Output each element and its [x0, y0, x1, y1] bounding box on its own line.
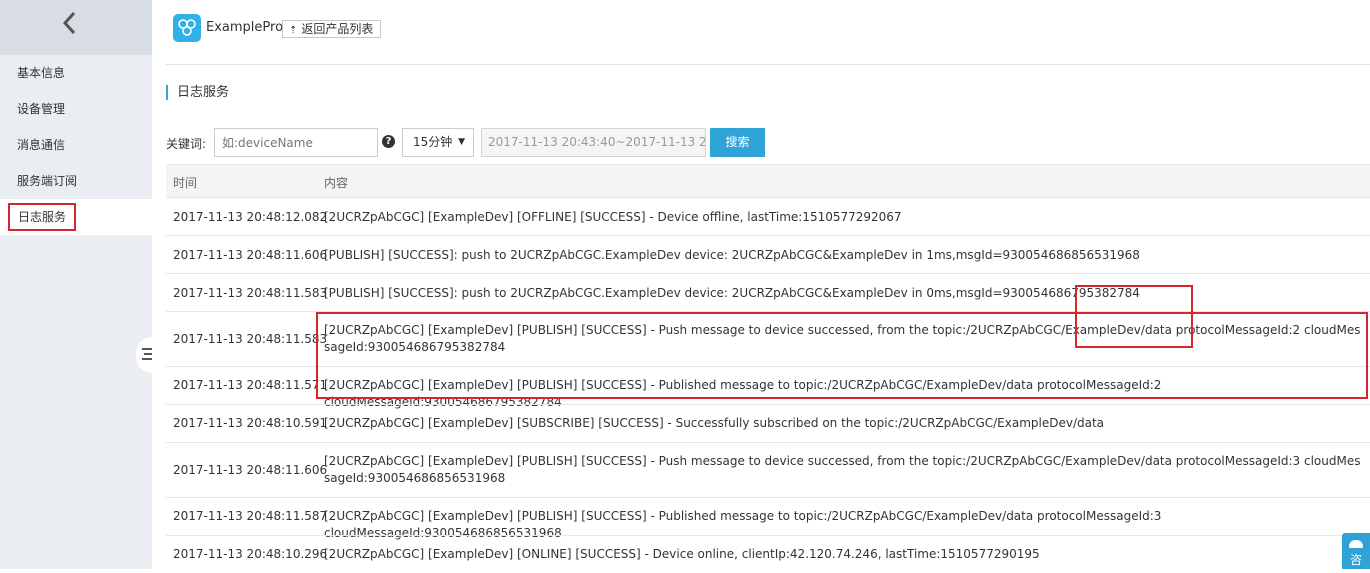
highlight-publish-rows [316, 312, 1368, 399]
sidebar-collapse-toggle[interactable] [136, 337, 152, 373]
keyword-input[interactable] [214, 128, 378, 157]
row-content: [2UCRZpAbCGC] [ExampleDev] [ONLINE] [SUC… [324, 547, 1040, 561]
sidebar-back[interactable] [0, 0, 152, 55]
sidebar-item-label: 服务端订阅 [17, 174, 78, 188]
sidebar-item-label: 设备管理 [17, 102, 66, 116]
highlight-protocol-message-id [1075, 285, 1193, 348]
sidebar-item-devices[interactable]: 设备管理 [0, 91, 152, 127]
chat-icon [1349, 540, 1363, 548]
sidebar-item-basic-info[interactable]: 基本信息 [0, 55, 152, 91]
sidebar-item-server-subscribe[interactable]: 服务端订阅 [0, 163, 152, 199]
chevron-left-icon[interactable] [60, 10, 80, 36]
row-content: [2UCRZpAbCGC] [ExampleDev] [OFFLINE] [SU… [324, 210, 902, 224]
column-header-time: 时间 [173, 176, 198, 190]
help-icon[interactable]: ? [382, 135, 395, 148]
row-time: 2017-11-13 20:48:10.591 [173, 416, 328, 430]
table-row: 2017-11-13 20:48:10.591 [2UCRZpAbCGC] [E… [166, 404, 1370, 442]
table-header: 时间 内容 [166, 164, 1370, 197]
table-row: 2017-11-13 20:48:11.606 [2UCRZpAbCGC] [E… [166, 442, 1370, 497]
row-time: 2017-11-13 20:48:11.587 [173, 509, 328, 523]
sidebar-item-label: 基本信息 [17, 66, 66, 80]
interval-select[interactable]: 15分钟 ▼ [402, 128, 474, 157]
sidebar-item-label: 消息通信 [17, 138, 66, 152]
column-header-content: 内容 [324, 176, 349, 190]
sidebar-item-label: 日志服务 [8, 203, 77, 231]
back-button-label: 返回产品列表 [301, 22, 374, 36]
row-time: 2017-11-13 20:48:11.571 [173, 378, 328, 392]
row-time: 2017-11-13 20:48:12.082 [173, 210, 328, 224]
table-row: 2017-11-13 20:48:11.587 [2UCRZpAbCGC] [E… [166, 497, 1370, 540]
table-row: 2017-11-13 20:48:12.082 [2UCRZpAbCGC] [E… [166, 197, 1370, 235]
product-name: ExampleProd [206, 20, 292, 35]
page-title: 日志服务 [166, 85, 229, 100]
row-content: [PUBLISH] [SUCCESS]: push to 2UCRZpAbCGC… [324, 248, 1140, 262]
arrow-up-icon: ⇡ [289, 25, 298, 36]
row-content: [2UCRZpAbCGC] [ExampleDev] [PUBLISH] [SU… [324, 454, 1361, 485]
table-row: 2017-11-13 20:48:11.606 [PUBLISH] [SUCCE… [166, 235, 1370, 273]
row-time: 2017-11-13 20:48:11.583 [173, 286, 328, 300]
row-time: 2017-11-13 20:48:11.606 [173, 463, 328, 477]
search-button[interactable]: 搜索 [710, 128, 765, 157]
back-to-product-list-button[interactable]: ⇡ 返回产品列表 [282, 20, 382, 38]
caret-down-icon: ▼ [458, 137, 465, 147]
sidebar-item-log-service[interactable]: 日志服务 [0, 199, 152, 235]
row-time: 2017-11-13 20:48:11.606 [173, 248, 328, 262]
row-content: [PUBLISH] [SUCCESS]: push to 2UCRZpAbCGC… [324, 286, 1140, 300]
table-row: 2017-11-13 20:48:10.296 [2UCRZpAbCGC] [E… [166, 535, 1370, 573]
time-range-input[interactable]: 2017-11-13 20:43:40~2017-11-13 20:58:40 [481, 128, 706, 157]
consult-widget[interactable]: 咨 [1342, 533, 1370, 569]
row-content: [2UCRZpAbCGC] [ExampleDev] [SUBSCRIBE] [… [324, 416, 1105, 430]
keyword-label: 关键词: [166, 137, 207, 151]
consult-label: 咨 [1349, 553, 1362, 567]
menu-icon [142, 348, 152, 360]
sidebar: 基本信息 设备管理 消息通信 服务端订阅 日志服务 [0, 0, 152, 569]
row-time: 2017-11-13 20:48:11.583 [173, 332, 328, 346]
header-divider [166, 64, 1370, 65]
sidebar-item-messaging[interactable]: 消息通信 [0, 127, 152, 163]
row-time: 2017-11-13 20:48:10.296 [173, 547, 328, 561]
interval-value: 15分钟 [413, 135, 453, 149]
product-logo-icon [173, 14, 201, 42]
